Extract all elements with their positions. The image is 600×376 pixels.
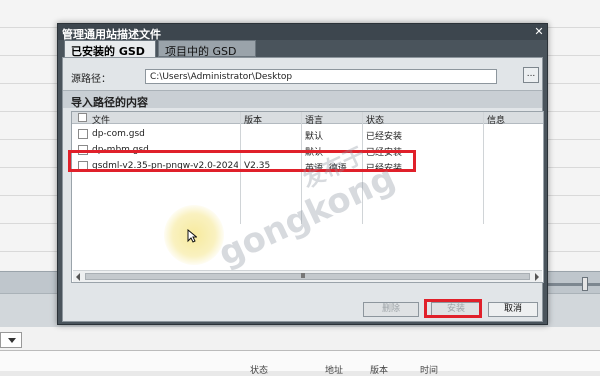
scrollbar-thumb[interactable] xyxy=(85,273,530,280)
bottom-col-address: 地址 xyxy=(325,366,344,376)
mouse-cursor-icon xyxy=(187,228,198,247)
row-checkbox[interactable] xyxy=(78,129,88,139)
zoom-slider-track[interactable] xyxy=(548,283,600,286)
scrollbar-grip xyxy=(301,273,305,278)
cancel-button[interactable]: 取消 xyxy=(488,302,538,317)
background-bottom-table: 状态 地址 版本 时间 xyxy=(0,350,600,376)
column-header-language[interactable]: 语言 xyxy=(305,113,323,126)
table-header: 文件 版本 语言 状态 信息 xyxy=(72,112,543,126)
tab-installed-gsd[interactable]: 已安装的 GSD xyxy=(64,40,156,58)
column-header-file[interactable]: 文件 xyxy=(92,113,110,126)
scroll-left-icon[interactable] xyxy=(76,273,80,281)
zoom-slider-thumb[interactable] xyxy=(582,277,588,291)
import-path-contents-header: 导入路径的内容 xyxy=(63,90,542,109)
select-all-checkbox[interactable] xyxy=(78,113,87,122)
table-row[interactable]: dp-com.gsd 默认 已经安装 xyxy=(72,126,543,142)
dialog-panel: 源路径： C:\Users\Administrator\Desktop ... … xyxy=(62,57,544,322)
background-dropdown[interactable] xyxy=(0,332,22,348)
bottom-col-time: 时间 xyxy=(420,366,439,376)
delete-button[interactable]: 删除 xyxy=(363,302,419,317)
column-header-version[interactable]: 版本 xyxy=(244,113,262,126)
horizontal-scrollbar[interactable] xyxy=(73,270,542,282)
bottom-col-version: 版本 xyxy=(370,366,389,376)
row-language: 默认 xyxy=(305,132,324,142)
column-header-status[interactable]: 状态 xyxy=(366,113,384,126)
dialog-titlebar[interactable]: 管理通用站描述文件 ✕ xyxy=(58,24,547,41)
source-path-input[interactable]: C:\Users\Administrator\Desktop xyxy=(145,69,497,84)
tab-project-gsd[interactable]: 项目中的 GSD xyxy=(158,40,256,58)
browse-button[interactable]: ... xyxy=(523,67,539,83)
highlight-box-install-button xyxy=(424,299,482,318)
close-icon[interactable]: ✕ xyxy=(533,26,545,38)
row-status: 已经安装 xyxy=(366,132,403,142)
scroll-right-icon[interactable] xyxy=(535,273,539,281)
bottom-col-status: 状态 xyxy=(250,366,269,376)
source-path-label: 源路径： xyxy=(71,74,111,85)
chevron-down-icon xyxy=(8,338,16,343)
column-header-info[interactable]: 信息 xyxy=(487,113,505,126)
row-file: dp-com.gsd xyxy=(92,129,145,139)
